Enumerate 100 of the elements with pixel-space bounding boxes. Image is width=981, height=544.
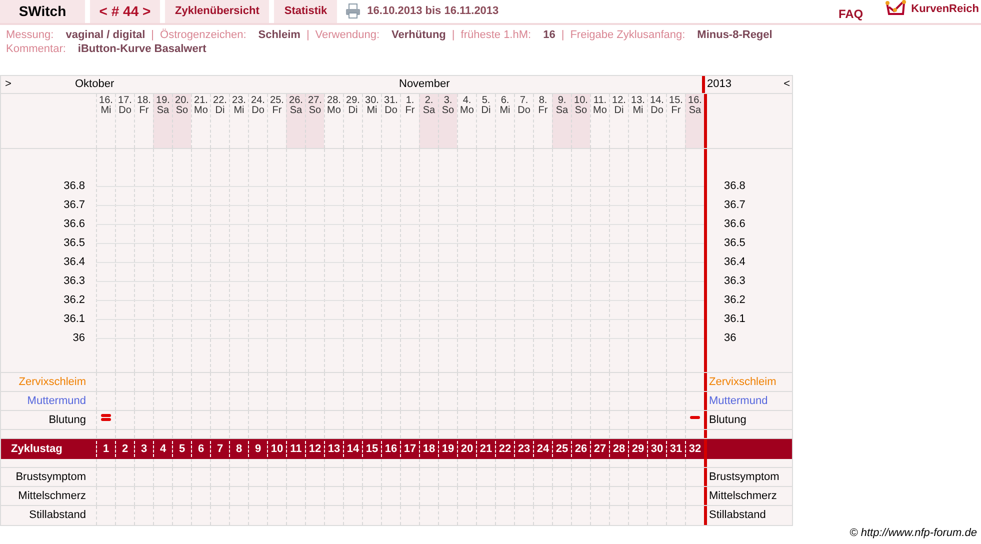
day-header: 11. Mo: [590, 94, 609, 148]
day-header: 17. Do: [115, 94, 134, 148]
day-header: 12. Di: [609, 94, 628, 148]
cycle-day-number: 32: [688, 442, 702, 457]
symptom-label: Zervixschleim: [18, 374, 86, 390]
cycle-day-number: 28: [612, 442, 626, 457]
info-label: Kommentar:: [6, 42, 66, 56]
cycle-day-number: 8: [236, 442, 242, 457]
cycle-day-number: 25: [556, 442, 568, 457]
day-header: 14. Do: [647, 94, 666, 148]
day-header: 20. So: [172, 94, 191, 148]
cycle-day-number: 21: [480, 442, 492, 457]
info-label: früheste 1.hM:: [460, 28, 532, 42]
cycle-day-number: 12: [308, 442, 322, 457]
info-value: Minus-8-Regel: [697, 28, 772, 42]
day-header: 5. Di: [476, 94, 495, 148]
cycle-day-number: 1: [102, 442, 110, 457]
day-header: 4. Mo: [457, 94, 476, 148]
cycle-day-number: 7: [216, 442, 224, 457]
cycle-day-number: 9: [254, 442, 262, 457]
day-header: 22. Di: [210, 94, 229, 148]
cycle-day-number: 3: [140, 442, 148, 457]
temperature-label: 36.8: [64, 179, 85, 194]
cycle-day-number: 19: [442, 442, 454, 457]
info-value: 16: [543, 28, 556, 42]
temperature-label: 36: [72, 331, 85, 346]
day-header: 13. Mi: [628, 94, 647, 148]
year-label: 2013: [707, 77, 732, 92]
temperature-label: 36.2: [64, 293, 85, 308]
next-arrow[interactable]: <: [784, 76, 790, 93]
temperature-label: 36.1: [64, 312, 85, 328]
cycle-day-number: 26: [574, 442, 588, 457]
date-range: 16.10.2013 bis 16.11.2013: [367, 4, 499, 19]
faq-link[interactable]: FAQ: [838, 1, 864, 23]
day-header: 23. Mi: [229, 94, 248, 148]
cycle-day-number: 18: [422, 442, 436, 457]
logo-text: KurvenReich: [911, 2, 979, 17]
info-label: Östrogenzeichen:: [160, 28, 246, 42]
info-label: Freigabe Zyklusanfang:: [570, 28, 686, 42]
day-header: 19. Sa: [153, 94, 172, 148]
symptom-label: Stillabstand: [29, 508, 86, 524]
cycle-day-number: 11: [290, 442, 302, 457]
cycle-day-number: 13: [328, 442, 340, 457]
symptom-label: Stillabstand: [709, 508, 766, 524]
app-tab[interactable]: SWitch: [0, 0, 85, 23]
cycle-day-number: 20: [460, 442, 474, 457]
day-header: 7. Do: [514, 94, 533, 148]
info-value: Verhütung: [392, 28, 446, 42]
cycle-day-label: Zyklustag: [11, 442, 62, 457]
day-header: 21. Mo: [191, 94, 210, 148]
info-value: Schleim: [258, 28, 300, 42]
cycle-day-number: 17: [404, 442, 416, 457]
temperature-label: 36.3: [64, 274, 85, 290]
info-label: Messung:: [6, 28, 54, 42]
day-header: 2. Sa: [419, 94, 438, 148]
info-value: vaginal / digital: [66, 28, 146, 42]
day-header: 6. Mi: [495, 94, 514, 148]
logo-icon: [885, 0, 908, 17]
temperature-label: 36.8: [724, 179, 746, 194]
copyright-link[interactable]: © http://www.nfp-forum.de: [850, 525, 977, 542]
temperature-label: 36.4: [724, 255, 746, 270]
cycle-day-number: 5: [178, 442, 186, 457]
day-header: 26. Sa: [286, 94, 305, 148]
cycle-day-number: 23: [518, 442, 530, 457]
day-header: 24. Do: [248, 94, 267, 148]
symptom-label: Blutung: [48, 412, 86, 428]
month-label: November: [398, 78, 450, 90]
temperature-label: 36.3: [724, 274, 746, 290]
symptom-label: Zervixschleim: [709, 374, 776, 390]
temperature-label: 36.7: [724, 198, 746, 214]
day-header: 28. Mo: [324, 94, 343, 148]
nav-tab[interactable]: Zyklenübersicht: [165, 0, 270, 23]
symptom-label: Mittelschmerz: [18, 488, 86, 504]
day-header: 3. So: [438, 94, 457, 148]
temperature-label: 36.5: [64, 236, 85, 252]
month-label: Oktober: [74, 78, 114, 90]
nav-tab[interactable]: Statistik: [274, 0, 338, 23]
cycle-day-number: 29: [632, 442, 644, 457]
cycle-nav[interactable]: < # 44 >: [90, 0, 160, 23]
cycle-day-number: 30: [650, 442, 664, 457]
temperature-label: 36.2: [724, 293, 746, 308]
cycle-day-number: 2: [122, 442, 128, 457]
temperature-label: 36.6: [724, 217, 746, 232]
temperature-label: 36.6: [64, 217, 85, 232]
separator: |: [306, 28, 310, 42]
prev-arrow[interactable]: >: [1, 76, 74, 93]
cycle-day-number: 24: [536, 442, 550, 457]
cycle-day-number: 14: [346, 442, 360, 457]
day-header: 9. Sa: [552, 94, 571, 148]
cycle-day-number: 4: [160, 442, 166, 457]
day-header: 29. Di: [343, 94, 362, 148]
cycle-day-number: 27: [594, 442, 606, 457]
day-header: 31. Do: [381, 94, 400, 148]
symptom-label: Brustsymptom: [16, 470, 86, 485]
temperature-label: 36.5: [724, 236, 746, 252]
cycle-day-number: 6: [198, 442, 204, 457]
symptom-label: Muttermund: [709, 394, 768, 409]
printer-icon[interactable]: [345, 3, 362, 19]
cycle-day-number: 15: [366, 442, 378, 457]
day-header: 27. So: [305, 94, 324, 148]
